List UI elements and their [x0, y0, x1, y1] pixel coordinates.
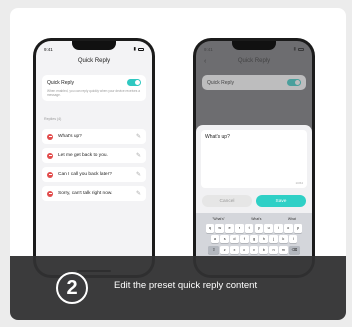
key[interactable]: w	[215, 224, 225, 233]
keyboard-row: a s d f g h j k l	[199, 234, 309, 244]
reply-text: Let me get back to you.	[58, 153, 108, 158]
key[interactable]: b	[259, 245, 269, 255]
key[interactable]: e	[225, 224, 234, 233]
char-counter: 10/64	[295, 181, 303, 185]
key[interactable]: y	[254, 224, 264, 233]
step-caption: Edit the preset quick reply content	[114, 280, 258, 291]
reply-item[interactable]: What's up? ✎	[42, 129, 146, 144]
delete-icon[interactable]	[47, 190, 53, 197]
toggle-description: When enabled, you can reply quickly when…	[47, 89, 141, 97]
key[interactable]: f	[239, 234, 249, 244]
key[interactable]: x	[230, 245, 239, 255]
phone-left-screen: 9:41 ▮ Quick Reply Quick Reply When enab…	[36, 41, 152, 275]
step-caption-bar: 2 Edit the preset quick reply content	[10, 256, 346, 320]
step-number: 2	[56, 272, 88, 304]
save-button[interactable]: Save	[256, 195, 306, 207]
status-icons: ▮	[294, 46, 304, 52]
key[interactable]: k	[279, 234, 288, 244]
phone-right: 9:41 ▮ ‹ Quick Reply Quick Reply What's …	[193, 38, 315, 278]
reply-text: What's up?	[58, 134, 82, 139]
edit-icon[interactable]: ✎	[136, 190, 141, 197]
edit-icon[interactable]: ✎	[136, 152, 141, 159]
key[interactable]: i	[274, 224, 283, 233]
key[interactable]: o	[283, 224, 293, 233]
key[interactable]: a	[210, 234, 220, 244]
battery-icon	[138, 47, 144, 51]
reply-item[interactable]: Sorry, can't talk right now. ✎	[42, 186, 146, 201]
key[interactable]: v	[249, 245, 259, 255]
nav-bar: ‹ Quick Reply	[196, 58, 312, 65]
reply-text: Can I call you back later?	[58, 172, 112, 177]
reply-item[interactable]: Can I call you back later? ✎	[42, 167, 146, 182]
quick-reply-toggle-row: Quick Reply	[47, 79, 141, 86]
back-icon[interactable]: ‹	[204, 58, 206, 65]
section-label: Replies (4)	[44, 117, 62, 121]
reply-edit-text: What's up?	[205, 134, 230, 140]
suggestion[interactable]: What	[288, 217, 296, 221]
battery-icon	[298, 47, 304, 51]
edit-icon[interactable]: ✎	[136, 133, 141, 140]
reply-text: Sorry, can't talk right now.	[58, 191, 113, 196]
keyboard-suggestions: "What's" What's What	[199, 215, 309, 222]
page-title: Quick Reply	[77, 58, 111, 64]
edit-icon[interactable]: ✎	[136, 171, 141, 178]
keyboard-row: ⇧ z x c v b n m ⌫	[199, 245, 309, 255]
shift-key[interactable]: ⇧	[208, 245, 220, 255]
toggle-label: Quick Reply	[207, 79, 234, 86]
quick-reply-toggle-row: Quick Reply	[207, 79, 301, 86]
signal-icon: ▮	[293, 46, 296, 51]
key[interactable]: h	[259, 234, 269, 244]
delete-icon[interactable]	[47, 133, 53, 140]
notch	[72, 41, 116, 50]
key[interactable]: q	[205, 224, 215, 233]
status-time: 9:41	[204, 46, 213, 52]
key[interactable]: n	[269, 245, 278, 255]
key[interactable]: r	[235, 224, 244, 233]
quick-reply-panel: Quick Reply When enabled, you can reply …	[42, 75, 146, 101]
cancel-button[interactable]: Cancel	[202, 195, 252, 207]
delete-icon[interactable]	[47, 152, 53, 159]
tutorial-card: 9:41 ▮ Quick Reply Quick Reply When enab…	[10, 8, 346, 320]
keyboard-row: q w e r t y u i o p	[199, 224, 309, 233]
key[interactable]: t	[244, 224, 254, 233]
key[interactable]: s	[220, 234, 229, 244]
reply-item[interactable]: Let me get back to you. ✎	[42, 148, 146, 163]
key[interactable]: g	[249, 234, 259, 244]
key[interactable]: d	[230, 234, 239, 244]
toggle-label: Quick Reply	[47, 79, 74, 86]
phone-left: 9:41 ▮ Quick Reply Quick Reply When enab…	[33, 38, 155, 278]
page-title: Quick Reply	[237, 58, 271, 64]
edit-sheet: What's up? 10/64 Cancel Save "What's" Wh…	[196, 125, 312, 275]
quick-reply-toggle	[287, 79, 301, 86]
status-icons: ▮	[134, 46, 144, 52]
key[interactable]: z	[220, 245, 229, 255]
delete-icon[interactable]	[47, 171, 53, 178]
signal-icon: ▮	[133, 46, 136, 51]
nav-bar: Quick Reply	[36, 58, 152, 64]
suggestion[interactable]: What's	[251, 217, 261, 221]
key[interactable]: p	[293, 224, 303, 233]
key[interactable]: u	[264, 224, 273, 233]
key[interactable]: c	[239, 245, 249, 255]
phone-right-screen: 9:41 ▮ ‹ Quick Reply Quick Reply What's …	[196, 41, 312, 275]
notch	[232, 41, 276, 50]
quick-reply-toggle[interactable]	[127, 79, 141, 86]
reply-edit-field[interactable]: What's up? 10/64	[201, 130, 307, 188]
suggestion[interactable]: "What's"	[212, 217, 225, 221]
backspace-key[interactable]: ⌫	[288, 245, 300, 255]
key[interactable]: j	[269, 234, 278, 244]
status-time: 9:41	[44, 46, 53, 52]
key[interactable]: l	[288, 234, 298, 244]
key[interactable]: m	[279, 245, 288, 255]
quick-reply-panel: Quick Reply	[202, 75, 306, 90]
